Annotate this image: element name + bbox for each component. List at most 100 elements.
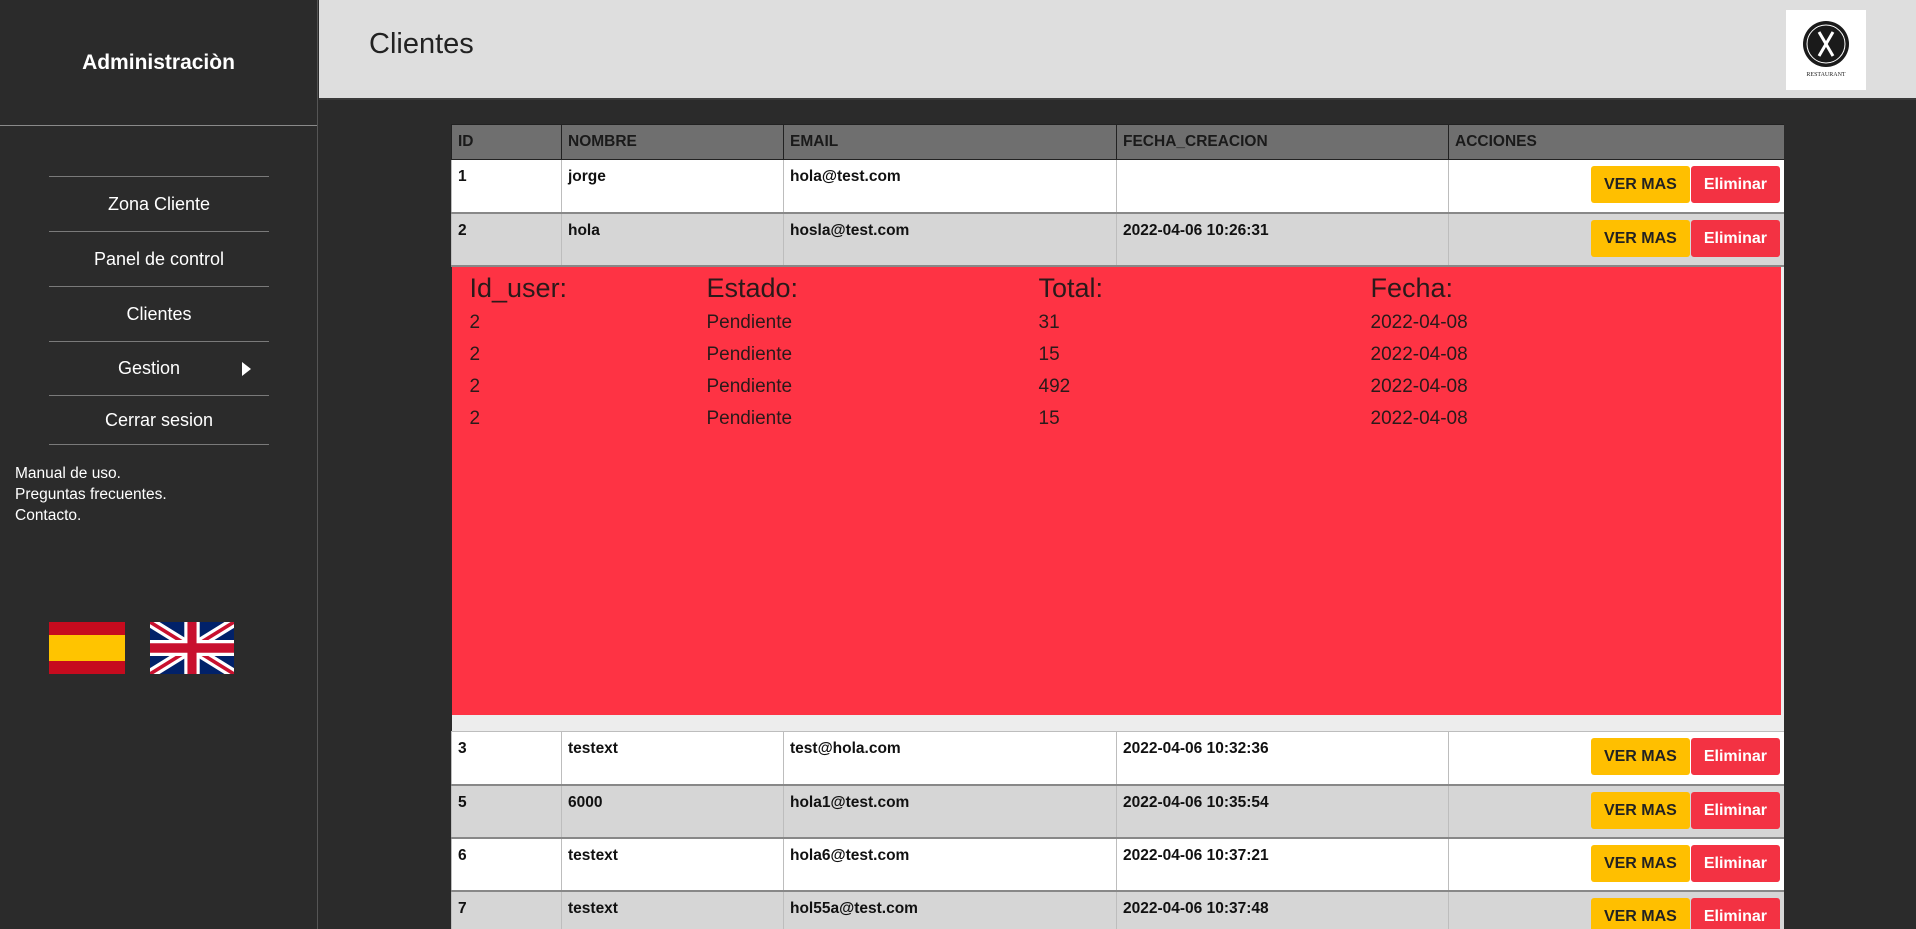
table-row: 3 testext test@hola.com 2022-04-06 10:32… xyxy=(451,731,1784,786)
table-row: 7 testext hol55a@test.com 2022-04-06 10:… xyxy=(451,890,1784,929)
detail-header-fecha: Fecha: xyxy=(1370,272,1454,303)
ver-mas-button[interactable]: VER MAS xyxy=(1590,897,1690,929)
cell-actions: VER MAS Eliminar xyxy=(1448,731,1784,786)
cell-actions: VER MAS Eliminar xyxy=(1448,159,1784,214)
detail-fecha: 2022-04-08 xyxy=(1370,343,1468,365)
cell-fecha xyxy=(1116,159,1449,214)
cell-actions: VER MAS Eliminar xyxy=(1448,212,1784,267)
cell-nombre: 6000 xyxy=(561,784,784,839)
column-header-nombre: NOMBRE xyxy=(561,124,784,160)
detail-header-id-user: Id_user: xyxy=(469,272,568,303)
table-row: 1 jorge hola@test.com VER MAS Eliminar xyxy=(451,159,1784,214)
detail-estado: Pendiente xyxy=(706,311,793,333)
nav-item-label: Zona Cliente xyxy=(107,193,211,214)
clients-table-container: ID NOMBRE EMAIL FECHA_CREACION ACCIONES … xyxy=(451,124,1784,929)
cell-fecha: 2022-04-06 10:35:54 xyxy=(1116,784,1449,839)
cell-actions: VER MAS Eliminar xyxy=(1448,837,1784,892)
manual-link[interactable]: Manual de uso. xyxy=(15,463,167,484)
detail-header-estado: Estado: xyxy=(706,272,799,303)
cell-nombre: testext xyxy=(561,731,784,786)
table-header-row: ID NOMBRE EMAIL FECHA_CREACION ACCIONES xyxy=(451,124,1784,160)
restaurant-logo-icon: RESTAURANT xyxy=(1803,21,1849,78)
help-links: Manual de uso. Preguntas frecuentes. Con… xyxy=(15,463,167,526)
cell-email: hola6@test.com xyxy=(783,837,1117,892)
eliminar-button[interactable]: Eliminar xyxy=(1690,844,1780,882)
cell-email: hol55a@test.com xyxy=(783,890,1117,929)
cell-fecha: 2022-04-06 10:32:36 xyxy=(1116,731,1449,786)
table-row: 6 testext hola6@test.com 2022-04-06 10:3… xyxy=(451,837,1784,892)
detail-header-total: Total: xyxy=(1038,272,1104,303)
orders-detail-cell: Id_user: Estado: Total: Fecha: 2 Pendien… xyxy=(451,265,1784,732)
sidebar: Administraciòn Zona Cliente Panel de con… xyxy=(0,0,318,929)
nav-item-gestion[interactable]: Gestion xyxy=(49,342,269,396)
cell-nombre: hola xyxy=(561,212,784,267)
page-title: Clientes xyxy=(369,28,474,60)
spain-flag-icon[interactable] xyxy=(49,622,125,674)
cell-email: hola1@test.com xyxy=(783,784,1117,839)
cell-email: test@hola.com xyxy=(783,731,1117,786)
clients-table: ID NOMBRE EMAIL FECHA_CREACION ACCIONES … xyxy=(451,124,1784,929)
orders-detail-panel: Id_user: Estado: Total: Fecha: 2 Pendien… xyxy=(451,266,1781,715)
cell-fecha: 2022-04-06 10:37:48 xyxy=(1116,890,1449,929)
nav-item-cerrar-sesion[interactable]: Cerrar sesion xyxy=(49,396,269,445)
column-header-email: EMAIL xyxy=(783,124,1117,160)
eliminar-button[interactable]: Eliminar xyxy=(1690,897,1780,929)
table-row: 5 6000 hola1@test.com 2022-04-06 10:35:5… xyxy=(451,784,1784,839)
detail-fecha: 2022-04-08 xyxy=(1370,311,1468,333)
column-header-acciones: ACCIONES xyxy=(1448,124,1784,160)
cell-email: hola@test.com xyxy=(783,159,1117,214)
detail-total: 15 xyxy=(1038,407,1060,429)
nav-item-label: Gestion xyxy=(117,358,181,378)
caret-right-icon xyxy=(242,361,251,376)
eliminar-button[interactable]: Eliminar xyxy=(1690,791,1780,829)
cell-id: 6 xyxy=(451,837,562,892)
cell-actions: VER MAS Eliminar xyxy=(1448,890,1784,929)
cell-id: 2 xyxy=(451,212,562,267)
table-row: 2 hola hosla@test.com 2022-04-06 10:26:3… xyxy=(451,212,1784,267)
cell-nombre: testext xyxy=(561,837,784,892)
cell-id: 1 xyxy=(451,159,562,214)
detail-total: 492 xyxy=(1038,375,1071,397)
detail-estado: Pendiente xyxy=(706,375,793,397)
column-header-fecha-creacion: FECHA_CREACION xyxy=(1116,124,1449,160)
eliminar-button[interactable]: Eliminar xyxy=(1690,738,1780,775)
nav-item-panel-de-control[interactable]: Panel de control xyxy=(49,232,269,287)
detail-id-user: 2 xyxy=(469,407,481,429)
cell-id: 3 xyxy=(451,731,562,786)
eliminar-button[interactable]: Eliminar xyxy=(1690,166,1780,203)
cell-fecha: 2022-04-06 10:26:31 xyxy=(1116,212,1449,267)
nav-item-label: Panel de control xyxy=(93,248,225,269)
detail-id-user: 2 xyxy=(469,375,481,397)
detail-total: 31 xyxy=(1038,311,1060,333)
ver-mas-button[interactable]: VER MAS xyxy=(1590,219,1690,257)
detail-fecha: 2022-04-08 xyxy=(1370,407,1468,429)
eliminar-button[interactable]: Eliminar xyxy=(1690,219,1780,257)
cell-id: 5 xyxy=(451,784,562,839)
detail-estado: Pendiente xyxy=(706,343,793,365)
contact-link[interactable]: Contacto. xyxy=(15,505,167,526)
detail-id-user: 2 xyxy=(469,311,481,333)
detail-id-user: 2 xyxy=(469,343,481,365)
faq-link[interactable]: Preguntas frecuentes. xyxy=(15,484,167,505)
cell-nombre: testext xyxy=(561,890,784,929)
ver-mas-button[interactable]: VER MAS xyxy=(1590,791,1690,829)
ver-mas-button[interactable]: VER MAS xyxy=(1590,166,1690,203)
sidebar-nav: Zona Cliente Panel de control Clientes G… xyxy=(49,176,269,445)
detail-fecha: 2022-04-08 xyxy=(1370,375,1468,397)
cell-actions: VER MAS Eliminar xyxy=(1448,784,1784,839)
orders-detail-row: Id_user: Estado: Total: Fecha: 2 Pendien… xyxy=(451,265,1784,732)
detail-total: 15 xyxy=(1038,343,1060,365)
detail-estado: Pendiente xyxy=(706,407,793,429)
nav-item-label: Clientes xyxy=(126,303,192,324)
cell-id: 7 xyxy=(451,890,562,929)
ver-mas-button[interactable]: VER MAS xyxy=(1590,844,1690,882)
ver-mas-button[interactable]: VER MAS xyxy=(1590,738,1690,775)
nav-item-zona-cliente[interactable]: Zona Cliente xyxy=(49,177,269,232)
uk-flag-icon[interactable] xyxy=(150,622,234,674)
cell-fecha: 2022-04-06 10:37:21 xyxy=(1116,837,1449,892)
nav-item-label: Cerrar sesion xyxy=(104,409,214,430)
nav-item-clientes[interactable]: Clientes xyxy=(49,287,269,342)
sidebar-title: Administraciòn xyxy=(0,0,317,126)
cell-email: hosla@test.com xyxy=(783,212,1117,267)
cell-nombre: jorge xyxy=(561,159,784,214)
